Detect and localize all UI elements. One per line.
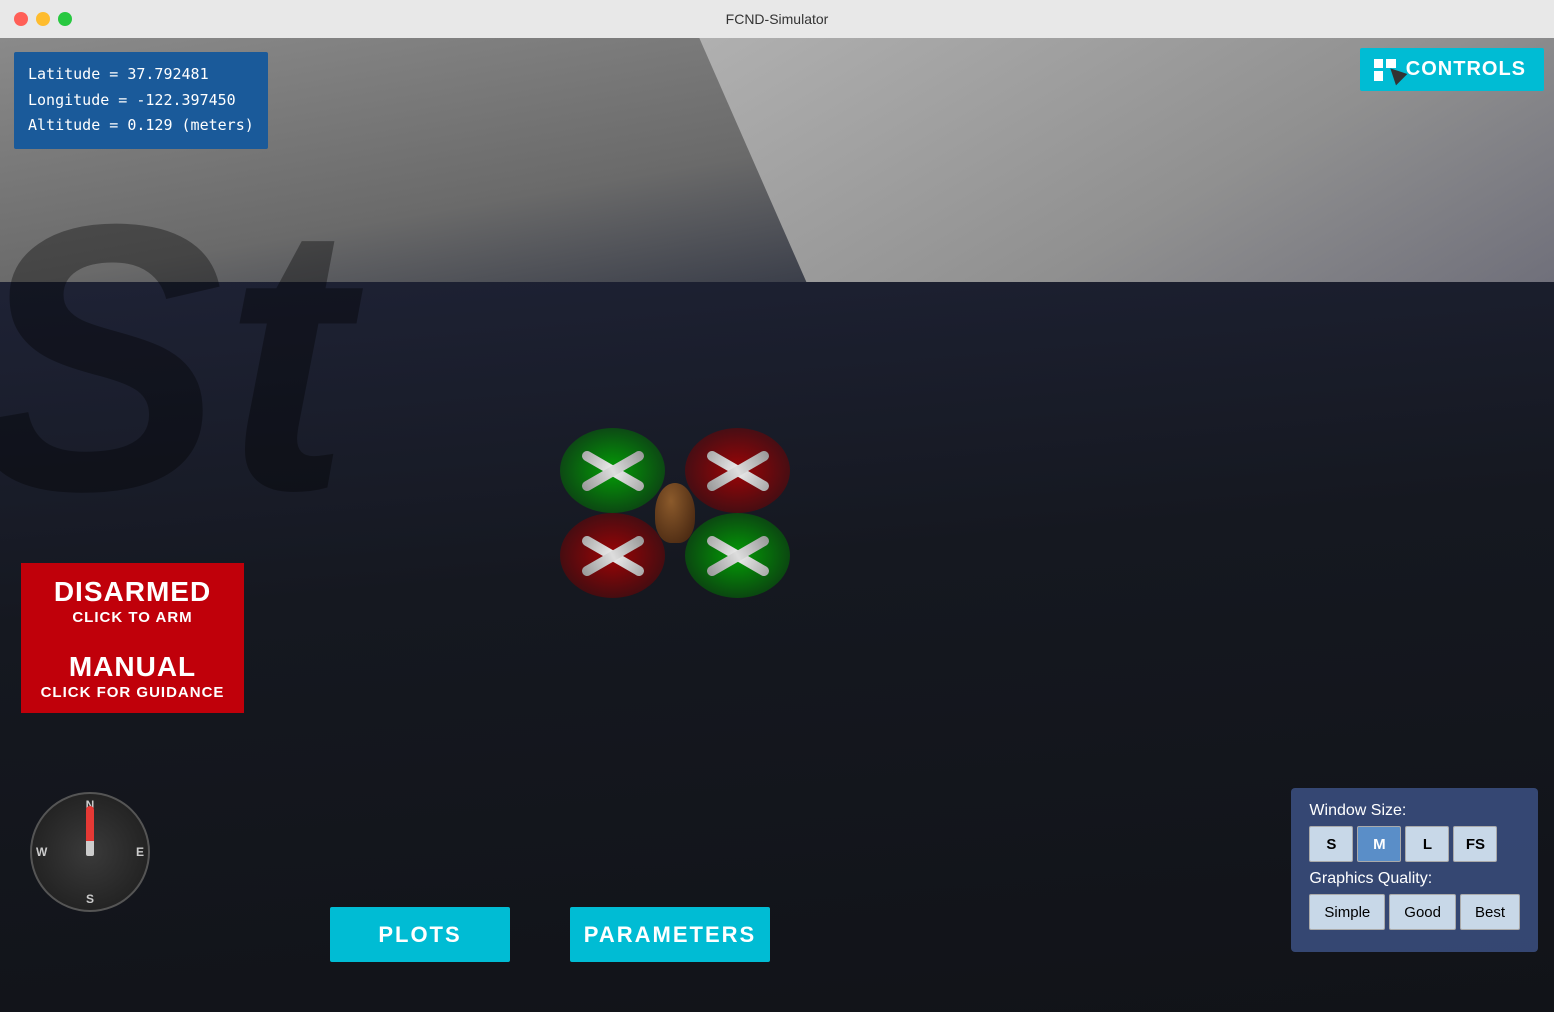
graphics-quality-label: Graphics Quality:	[1309, 870, 1520, 888]
drone-model	[560, 428, 790, 598]
quality-good-button[interactable]: Good	[1389, 894, 1456, 930]
close-button[interactable]	[14, 12, 28, 26]
minimize-button[interactable]	[36, 12, 50, 26]
watermark-text: St	[0, 168, 350, 548]
compass: N S E W	[30, 792, 150, 912]
simulator-viewport: St Latitude = 37.792481 Longitude = -122…	[0, 38, 1554, 1012]
longitude-value: Longitude = -122.397450	[28, 88, 254, 114]
arm-status: DISARMED	[21, 575, 244, 609]
size-fs-button[interactable]: FS	[1453, 826, 1497, 862]
compass-west: W	[36, 845, 47, 859]
compass-circle: N S E W	[30, 792, 150, 912]
telemetry-panel: Latitude = 37.792481 Longitude = -122.39…	[14, 52, 268, 149]
mode-sub-label: CLICK FOR GUIDANCE	[21, 684, 244, 701]
window-title: FCND-Simulator	[726, 11, 829, 27]
maximize-button[interactable]	[58, 12, 72, 26]
window-size-buttons: S M L FS	[1309, 826, 1520, 862]
compass-needle	[86, 806, 94, 856]
size-l-button[interactable]: L	[1405, 826, 1449, 862]
titlebar: FCND-Simulator	[0, 0, 1554, 38]
mode-status: MANUAL	[21, 650, 244, 684]
rotor-bottom-left	[560, 513, 665, 598]
size-s-button[interactable]: S	[1309, 826, 1353, 862]
graphics-quality-section: Graphics Quality: Simple Good Best	[1309, 870, 1520, 930]
mode-button[interactable]: MANUAL CLICK FOR GUIDANCE	[21, 638, 244, 713]
rotor-top-left	[560, 428, 665, 513]
window-size-label: Window Size:	[1309, 802, 1520, 820]
arm-sub-label: CLICK TO ARM	[21, 609, 244, 626]
quality-simple-button[interactable]: Simple	[1309, 894, 1385, 930]
rotor-top-right	[685, 428, 790, 513]
controls-label: CONTROLS	[1406, 58, 1526, 81]
compass-east: E	[136, 845, 144, 859]
drone-body	[655, 483, 695, 543]
rotor-bottom-right	[685, 513, 790, 598]
window-size-section: Window Size: S M L FS	[1309, 802, 1520, 862]
size-m-button[interactable]: M	[1357, 826, 1401, 862]
compass-south: S	[86, 892, 94, 906]
settings-panel: Window Size: S M L FS Graphics Quality: …	[1291, 788, 1538, 952]
altitude-value: Altitude = 0.129 (meters)	[28, 113, 254, 139]
quality-best-button[interactable]: Best	[1460, 894, 1520, 930]
arm-button[interactable]: DISARMED CLICK TO ARM	[21, 563, 244, 638]
parameters-button[interactable]: PARAMETERS	[570, 907, 770, 962]
plots-button[interactable]: PLOTS	[330, 907, 510, 962]
latitude-value: Latitude = 37.792481	[28, 62, 254, 88]
quality-buttons: Simple Good Best	[1309, 894, 1520, 930]
